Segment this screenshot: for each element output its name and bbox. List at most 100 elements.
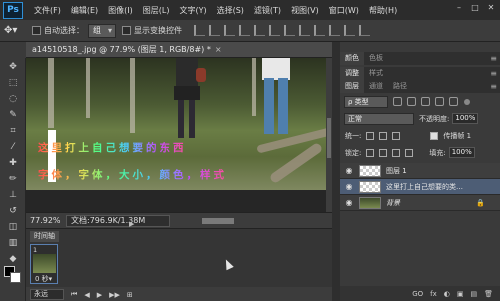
unify-style-icon[interactable] bbox=[392, 131, 401, 140]
first-frame-button[interactable]: ⏮ bbox=[71, 290, 77, 299]
opacity-input[interactable]: 100% bbox=[452, 113, 479, 124]
align-middle-icon[interactable] bbox=[209, 25, 220, 36]
distribute-center-icon[interactable] bbox=[344, 25, 355, 36]
auto-select-dropdown[interactable]: 组 bbox=[88, 23, 116, 38]
panel-menu-icon[interactable]: ≡ bbox=[490, 69, 497, 78]
tab-styles[interactable]: 样式 bbox=[364, 67, 388, 80]
distribute-middle-icon[interactable] bbox=[299, 25, 310, 36]
tab-adjustments[interactable]: 调整 bbox=[340, 67, 364, 80]
lock-all-icon[interactable] bbox=[405, 148, 414, 157]
background-color-swatch[interactable] bbox=[10, 272, 21, 283]
move-tool-icon[interactable]: ✥▾ bbox=[4, 23, 26, 39]
panel-menu-icon[interactable]: ≡ bbox=[490, 54, 497, 63]
document-tab[interactable]: a14510518_.jpg @ 77.9% (图层 1, RGB/8#) * … bbox=[26, 42, 332, 58]
smart-object-filter-icon[interactable] bbox=[449, 97, 458, 106]
vertical-scroll-thumb[interactable] bbox=[327, 118, 331, 158]
show-transform-checkbox[interactable] bbox=[122, 26, 131, 35]
close-button[interactable]: ✕ bbox=[486, 3, 496, 13]
menu-view[interactable]: 视图(V) bbox=[286, 5, 324, 16]
gradient-tool-icon[interactable]: ▥ bbox=[3, 236, 23, 250]
menu-select[interactable]: 选择(S) bbox=[212, 5, 249, 16]
next-frame-button[interactable]: ▶▶ bbox=[109, 291, 120, 299]
align-bottom-icon[interactable] bbox=[224, 25, 235, 36]
menu-file[interactable]: 文件(F) bbox=[29, 5, 66, 16]
align-center-icon[interactable] bbox=[254, 25, 265, 36]
lock-position-icon[interactable] bbox=[392, 148, 401, 157]
timeline-tab[interactable]: 时间轴 bbox=[30, 231, 59, 242]
unify-visibility-icon[interactable] bbox=[379, 131, 388, 140]
crop-tool-icon[interactable]: ⌗ bbox=[3, 124, 23, 138]
align-left-icon[interactable] bbox=[239, 25, 250, 36]
maximize-button[interactable]: □ bbox=[470, 3, 480, 13]
visibility-eye-icon[interactable]: ◉ bbox=[343, 166, 355, 175]
lock-transparent-icon[interactable] bbox=[366, 148, 375, 157]
collapsed-panel-strip[interactable] bbox=[332, 42, 340, 301]
filter-toggle-icon[interactable] bbox=[464, 98, 470, 105]
minimize-button[interactable]: – bbox=[454, 3, 464, 13]
shape-filter-icon[interactable] bbox=[435, 97, 444, 106]
move-tool-icon[interactable]: ✥ bbox=[3, 60, 23, 74]
propagate-frame-checkbox[interactable] bbox=[430, 131, 439, 140]
blur-tool-icon[interactable]: ◆ bbox=[3, 252, 23, 266]
menu-image[interactable]: 图像(I) bbox=[103, 5, 138, 16]
tab-swatches[interactable]: 色板 bbox=[364, 52, 388, 65]
loop-dropdown[interactable]: 永远 bbox=[30, 289, 64, 300]
delete-layer-icon[interactable]: 🗑 bbox=[484, 290, 493, 298]
type-filter-icon[interactable] bbox=[421, 97, 430, 106]
menu-layer[interactable]: 图层(L) bbox=[138, 5, 175, 16]
adjustment-filter-icon[interactable] bbox=[407, 97, 416, 106]
new-group-icon[interactable]: ▣ bbox=[457, 290, 464, 298]
menu-window[interactable]: 窗口(W) bbox=[324, 5, 364, 16]
layer-kind-filter[interactable]: ρ 类型 bbox=[344, 95, 388, 108]
link-layers-icon[interactable]: GO bbox=[412, 290, 423, 298]
layer-row[interactable]: ◉ 这里打上自己想要的类… bbox=[340, 179, 500, 195]
visibility-eye-icon[interactable]: ◉ bbox=[343, 182, 355, 191]
canvas-text-line-1[interactable]: 这里打上自己想要的东西 bbox=[38, 140, 187, 155]
layer-style-icon[interactable]: fx bbox=[430, 290, 437, 298]
pixel-filter-icon[interactable] bbox=[393, 97, 402, 106]
lasso-tool-icon[interactable]: ◌ bbox=[3, 92, 23, 106]
distribute-left-icon[interactable] bbox=[329, 25, 340, 36]
blend-mode-dropdown[interactable]: 正常 bbox=[344, 112, 414, 125]
menu-filter[interactable]: 滤镜(T) bbox=[249, 5, 286, 16]
zoom-level[interactable]: 77.92% bbox=[30, 216, 61, 225]
quick-select-tool-icon[interactable]: ✎ bbox=[3, 108, 23, 122]
previous-frame-button[interactable]: ◀ bbox=[84, 291, 89, 299]
lock-image-icon[interactable] bbox=[379, 148, 388, 157]
distribute-top-icon[interactable] bbox=[284, 25, 295, 36]
horizontal-scroll-thumb[interactable] bbox=[202, 217, 234, 224]
clone-stamp-tool-icon[interactable]: ⊥ bbox=[3, 188, 23, 202]
document-size-info[interactable]: 文档:796.9K/1.38M ▶ bbox=[66, 214, 170, 229]
menu-help[interactable]: 帮助(H) bbox=[364, 5, 402, 16]
unify-position-icon[interactable] bbox=[366, 131, 375, 140]
align-top-icon[interactable] bbox=[194, 25, 205, 36]
eyedropper-tool-icon[interactable]: ⁄ bbox=[3, 140, 23, 154]
auto-select-checkbox[interactable] bbox=[32, 26, 41, 35]
distribute-bottom-icon[interactable] bbox=[314, 25, 325, 36]
menu-type[interactable]: 文字(Y) bbox=[174, 5, 211, 16]
tween-button[interactable]: ⊞ bbox=[127, 291, 133, 299]
layer-thumbnail bbox=[359, 180, 381, 193]
frame-delay[interactable]: 0 秒▾ bbox=[35, 274, 52, 284]
canvas-area[interactable]: 这里打上自己想要的东西 字体，字体，大小，颜色，样式 bbox=[26, 58, 326, 212]
visibility-eye-icon[interactable]: ◉ bbox=[343, 198, 355, 207]
layer-row[interactable]: ◉ 图层 1 bbox=[340, 163, 500, 179]
menu-edit[interactable]: 编辑(E) bbox=[66, 5, 103, 16]
add-mask-icon[interactable]: ◐ bbox=[444, 290, 450, 298]
play-button[interactable]: ▶ bbox=[97, 291, 102, 299]
tab-color[interactable]: 颜色 bbox=[340, 52, 364, 65]
marquee-tool-icon[interactable]: ⬚ bbox=[3, 76, 23, 90]
healing-brush-tool-icon[interactable]: ✚ bbox=[3, 156, 23, 170]
canvas-text-line-2[interactable]: 字体，字体，大小，颜色，样式 bbox=[38, 167, 227, 182]
history-brush-tool-icon[interactable]: ↺ bbox=[3, 204, 23, 218]
align-right-icon[interactable] bbox=[269, 25, 280, 36]
layer-row[interactable]: ◉ 背景 🔒 bbox=[340, 195, 500, 211]
fill-input[interactable]: 100% bbox=[448, 147, 475, 158]
new-layer-icon[interactable]: ▤ bbox=[470, 290, 477, 298]
distribute-right-icon[interactable] bbox=[359, 25, 370, 36]
animation-frame[interactable]: 1 0 秒▾ bbox=[30, 244, 58, 284]
status-menu-arrow-icon[interactable]: ▶ bbox=[129, 219, 134, 229]
close-document-icon[interactable]: × bbox=[215, 45, 222, 54]
brush-tool-icon[interactable]: ✏ bbox=[3, 172, 23, 186]
eraser-tool-icon[interactable]: ◫ bbox=[3, 220, 23, 234]
